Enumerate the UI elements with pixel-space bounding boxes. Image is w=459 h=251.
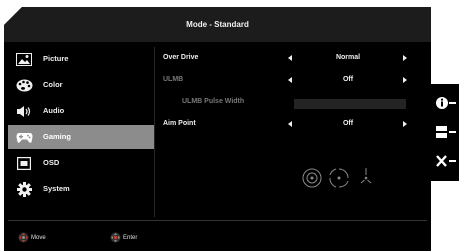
speaker-icon bbox=[15, 103, 33, 119]
footer-move: Move bbox=[18, 232, 46, 243]
setting-over-drive[interactable]: Over Drive Normal bbox=[154, 47, 427, 69]
aim-point-label: Aim Point bbox=[163, 120, 196, 127]
exit-button[interactable] bbox=[433, 148, 459, 174]
osd-title: Mode - Standard bbox=[4, 7, 431, 42]
crosshair-lines-icon[interactable] bbox=[360, 168, 372, 184]
setting-ulmb-pulse-width[interactable]: ULMB Pulse Width bbox=[154, 91, 427, 113]
over-drive-value: Normal bbox=[335, 54, 361, 61]
menu-label-system: System bbox=[43, 184, 70, 193]
info-button[interactable] bbox=[433, 90, 459, 116]
close-icon bbox=[436, 155, 456, 167]
menu-label-gaming: Gaming bbox=[43, 132, 71, 141]
palette-icon bbox=[15, 77, 33, 93]
menu-label-audio: Audio bbox=[43, 106, 65, 115]
crosshair-dot-icon[interactable] bbox=[329, 168, 349, 188]
setting-aim-point[interactable]: Aim Point Off bbox=[154, 113, 427, 135]
gear-icon bbox=[15, 181, 33, 197]
menu-label-picture: Picture bbox=[43, 54, 69, 63]
ulmb-value: Off bbox=[342, 76, 354, 83]
ulmb-pulse-width-slider[interactable] bbox=[294, 99, 406, 109]
ulmb-label: ULMB bbox=[163, 76, 184, 83]
menu-label-osd: OSD bbox=[43, 158, 60, 167]
menu-item-color[interactable]: Color bbox=[8, 73, 154, 97]
picture-icon bbox=[15, 51, 33, 67]
ulmb-right-arrow-icon[interactable] bbox=[403, 77, 407, 83]
footer-divider bbox=[8, 220, 427, 221]
menu-item-system[interactable]: System bbox=[8, 177, 154, 201]
menu-item-gaming[interactable]: Gaming bbox=[8, 125, 154, 149]
menu-item-picture[interactable]: Picture bbox=[8, 47, 154, 71]
crosshair-circle-icon[interactable] bbox=[302, 168, 322, 188]
gamepad-icon bbox=[15, 129, 33, 145]
setting-ulmb[interactable]: ULMB Off bbox=[154, 69, 427, 91]
menu-label-color: Color bbox=[43, 80, 63, 89]
menu-grid-icon bbox=[436, 126, 456, 138]
dpad-move-icon bbox=[18, 232, 29, 243]
menu-item-audio[interactable]: Audio bbox=[8, 99, 154, 123]
over-drive-left-arrow-icon[interactable] bbox=[288, 55, 292, 61]
footer-enter-label: Enter bbox=[123, 234, 138, 241]
ulmb-pulse-width-label: ULMB Pulse Width bbox=[182, 98, 245, 105]
osd-icon bbox=[15, 155, 33, 171]
footer-enter: Enter bbox=[110, 232, 137, 243]
dpad-enter-icon bbox=[110, 232, 121, 243]
aim-point-right-arrow-icon[interactable] bbox=[403, 121, 407, 127]
osd-window: Mode - Standard Picture Color Audio Gami… bbox=[4, 7, 431, 251]
gaming-settings: Over Drive Normal ULMB Off ULMB Pulse Wi… bbox=[154, 47, 427, 135]
footer-move-label: Move bbox=[31, 234, 46, 241]
over-drive-right-arrow-icon[interactable] bbox=[403, 55, 407, 61]
menu-button[interactable] bbox=[433, 119, 459, 145]
aim-point-options bbox=[302, 168, 372, 188]
main-menu: Picture Color Audio Gaming OSD System bbox=[8, 47, 154, 203]
aim-point-value: Off bbox=[342, 120, 354, 127]
menu-item-osd[interactable]: OSD bbox=[8, 151, 154, 175]
over-drive-label: Over Drive bbox=[163, 54, 199, 61]
aim-point-left-arrow-icon[interactable] bbox=[288, 121, 292, 127]
ulmb-left-arrow-icon[interactable] bbox=[288, 77, 292, 83]
footer: Move Enter bbox=[4, 223, 431, 251]
info-icon bbox=[436, 97, 456, 109]
